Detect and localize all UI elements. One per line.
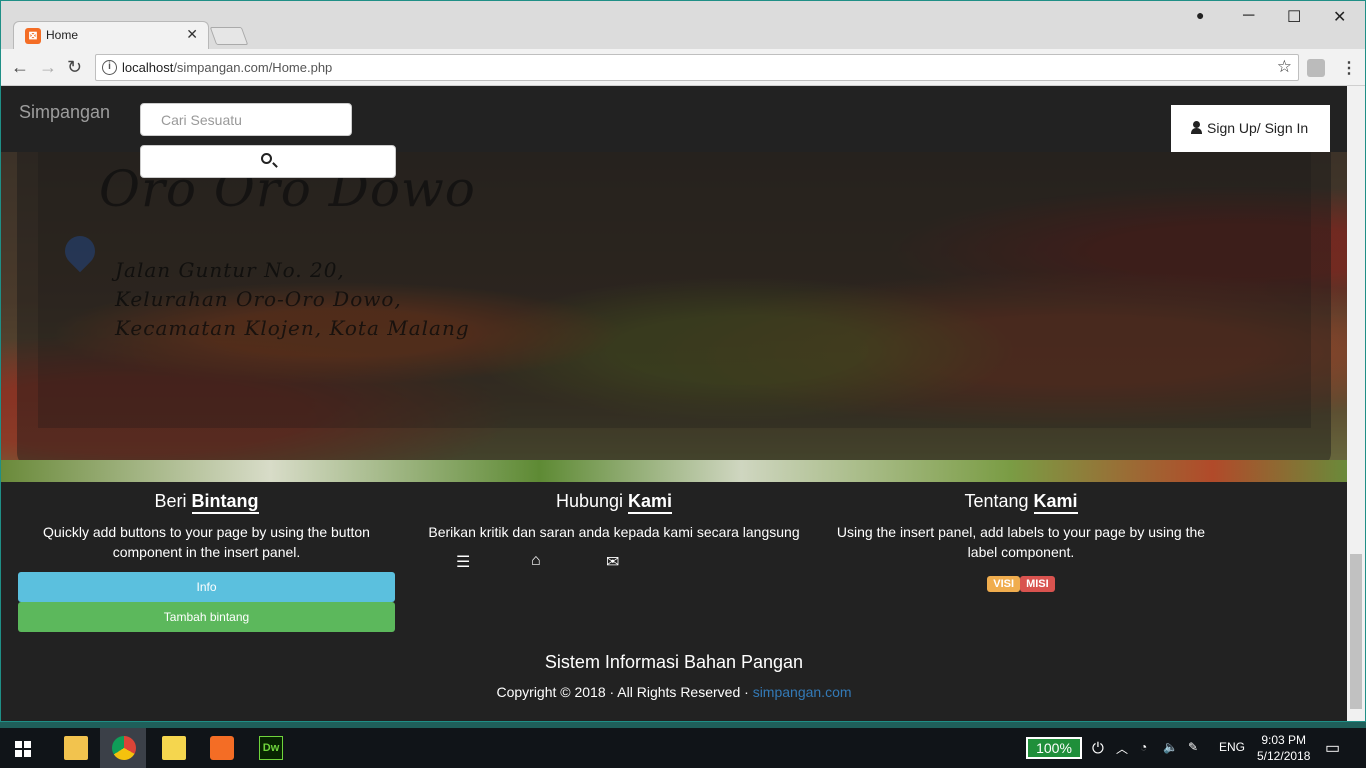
- pen-icon[interactable]: ✎: [1188, 740, 1198, 754]
- address-toolbar: ← → ↻ i localhost/simpangan.com/Home.php…: [1, 49, 1365, 86]
- notifications-icon[interactable]: ▭: [1325, 738, 1340, 758]
- new-tab-button[interactable]: [209, 27, 249, 45]
- file-explorer-icon[interactable]: [64, 736, 88, 760]
- minimize-button[interactable]: ─: [1243, 7, 1254, 25]
- maximize-button[interactable]: ☐: [1287, 7, 1301, 27]
- site-link[interactable]: simpangan.com: [753, 684, 852, 700]
- close-tab-icon[interactable]: ✕: [186, 26, 198, 43]
- search-input[interactable]: Cari Sesuatu: [140, 103, 352, 136]
- envelope-icon[interactable]: ✉: [606, 552, 619, 572]
- hero-image: Oro Oro Dowo Jalan Guntur No. 20, Kelura…: [1, 142, 1347, 482]
- info-button[interactable]: Info: [18, 572, 395, 602]
- volume-icon[interactable]: 🔈: [1163, 740, 1178, 754]
- site-name: Sistem Informasi Bahan Pangan: [544, 652, 804, 672]
- wifi-icon[interactable]: ◔: [1140, 740, 1147, 754]
- bookmark-star-icon[interactable]: ☆: [1277, 57, 1292, 77]
- forward-button[interactable]: →: [39, 57, 57, 78]
- url-text: localhost/simpangan.com/Home.php: [122, 60, 333, 75]
- show-hidden-icon[interactable]: ︿: [1116, 740, 1128, 757]
- browser-tab[interactable]: ⊠ Home ✕: [13, 21, 209, 49]
- xampp-favicon-icon: ⊠: [25, 28, 41, 44]
- chrome-icon[interactable]: [112, 736, 136, 760]
- hero-address: Jalan Guntur No. 20, Kelurahan Oro-Oro D…: [115, 258, 470, 340]
- back-button[interactable]: ←: [11, 57, 29, 78]
- windows-start-icon[interactable]: [15, 741, 31, 757]
- col-text: Berikan kritik dan saran anda kepada kam…: [428, 524, 800, 540]
- misi-badge[interactable]: MISI: [1020, 576, 1055, 592]
- battery-indicator[interactable]: 100%: [1026, 737, 1082, 759]
- site-navbar: Simpangan Cari Sesuatu Sign Up/ Sign In: [1, 86, 1347, 152]
- col-heading: Tentang Kami: [831, 491, 1211, 514]
- scrollbar-thumb[interactable]: [1350, 554, 1362, 709]
- col-text: Quickly add buttons to your page by usin…: [43, 524, 370, 560]
- add-star-button[interactable]: Tambah bintang: [18, 602, 395, 632]
- reload-button[interactable]: ↻: [67, 57, 82, 78]
- taskbar: [0, 728, 1366, 768]
- extension-icon[interactable]: [1307, 59, 1325, 77]
- chrome-menu-icon[interactable]: ⋮: [1341, 58, 1357, 78]
- footer-col-tentang: Tentang Kami Using the insert panel, add…: [831, 491, 1211, 592]
- copyright: Copyright © 2018 · All Rights Reserved ·…: [496, 684, 852, 700]
- power-icon[interactable]: ⏻: [1092, 740, 1104, 757]
- visi-badge[interactable]: VISI: [987, 576, 1021, 592]
- scrollbar[interactable]: [1347, 86, 1365, 721]
- clock[interactable]: 9:03 PM 5/12/2018: [1257, 732, 1310, 764]
- profile-icon[interactable]: ●: [1196, 7, 1204, 23]
- col-heading: Hubungi Kami: [419, 491, 809, 514]
- site-brand[interactable]: Simpangan: [19, 102, 110, 123]
- footer-col-hubungi: Hubungi Kami Berikan kritik dan saran an…: [419, 491, 809, 542]
- footer-col-bintang: Beri Bintang Quickly add buttons to your…: [18, 491, 395, 632]
- dreamweaver-icon[interactable]: Dw: [259, 736, 283, 760]
- search-button[interactable]: [140, 145, 396, 178]
- web-page: Oro Oro Dowo Jalan Guntur No. 20, Kelura…: [1, 86, 1347, 721]
- language-indicator[interactable]: ENG: [1219, 740, 1245, 754]
- tab-title: Home: [46, 28, 79, 42]
- info-icon[interactable]: i: [102, 60, 117, 75]
- list-icon[interactable]: ☰: [456, 552, 470, 572]
- browser-window: ⊠ Home ✕ ● ─ ☐ ✕ ← → ↻ i localhost/simpa…: [0, 0, 1366, 722]
- footer-bottom: Sistem Informasi Bahan Pangan Copyright …: [1, 652, 1347, 700]
- home-icon[interactable]: ⌂: [531, 552, 541, 570]
- signin-button[interactable]: Sign Up/ Sign In: [1171, 105, 1330, 152]
- close-window-button[interactable]: ✕: [1333, 7, 1346, 27]
- xampp-icon[interactable]: [210, 736, 234, 760]
- col-text: Using the insert panel, add labels to yo…: [836, 524, 1206, 560]
- address-bar[interactable]: i localhost/simpangan.com/Home.php ☆: [95, 54, 1299, 81]
- col-heading: Beri Bintang: [18, 491, 395, 514]
- search-icon: [261, 153, 272, 164]
- sticky-notes-icon[interactable]: [162, 736, 186, 760]
- title-bar: ⊠ Home ✕ ● ─ ☐ ✕: [1, 1, 1365, 49]
- user-icon: [1191, 121, 1202, 134]
